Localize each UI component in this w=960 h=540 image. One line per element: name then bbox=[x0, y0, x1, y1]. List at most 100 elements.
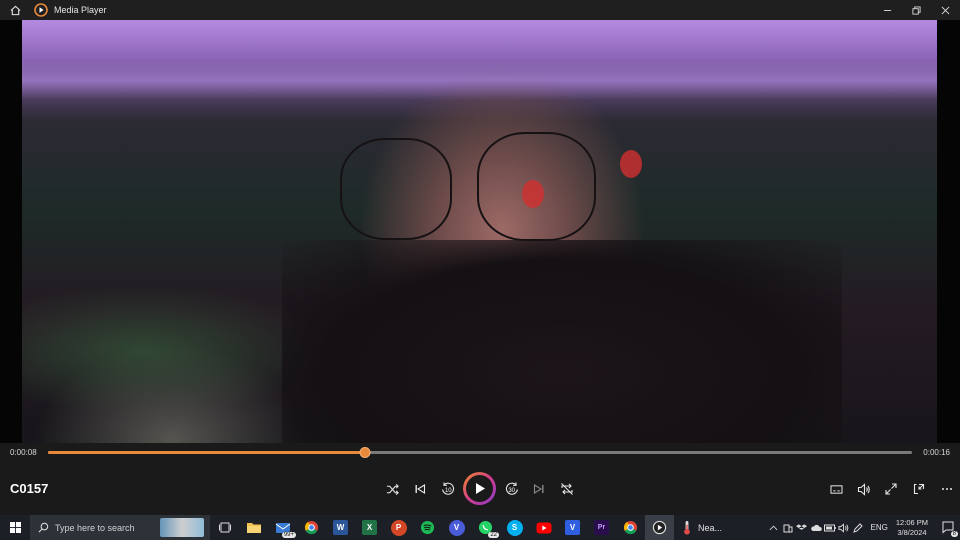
taskbar-app-v[interactable]: V bbox=[558, 515, 587, 540]
video-fish-2 bbox=[620, 150, 642, 178]
spotify-icon bbox=[420, 520, 435, 535]
mail-badge: 99+ bbox=[281, 532, 296, 538]
excel-icon: X bbox=[362, 520, 377, 535]
notification-center-button[interactable]: 8 bbox=[938, 515, 960, 540]
mini-player-button[interactable] bbox=[907, 477, 931, 501]
language-indicator[interactable]: ENG bbox=[871, 523, 888, 532]
tray-pen[interactable] bbox=[851, 515, 865, 540]
folder-icon bbox=[246, 523, 261, 533]
video-frame bbox=[22, 20, 937, 443]
taskbar-file-explorer[interactable] bbox=[239, 515, 268, 540]
media-title: C0157 bbox=[10, 481, 49, 496]
tray-onedrive[interactable] bbox=[809, 515, 823, 540]
search-placeholder: Type here to search bbox=[55, 522, 135, 533]
dropbox-icon bbox=[796, 523, 808, 530]
pen-icon bbox=[852, 522, 863, 533]
search-highlight-image bbox=[160, 518, 204, 537]
home-icon bbox=[10, 5, 20, 15]
task-view-button[interactable] bbox=[210, 515, 239, 540]
taskbar-search[interactable]: Type here to search bbox=[30, 515, 210, 540]
chrome-icon bbox=[304, 520, 319, 535]
play-button[interactable] bbox=[463, 472, 496, 505]
windows-logo-icon bbox=[9, 522, 21, 533]
close-button[interactable] bbox=[931, 0, 960, 20]
word-icon: W bbox=[333, 520, 348, 535]
forward-30-button[interactable]: 30 bbox=[500, 477, 524, 501]
player-controls: 0:00:08 0:00:16 C0157 10 30 bbox=[0, 443, 960, 515]
volume-button[interactable] bbox=[852, 477, 876, 501]
expand-icon bbox=[885, 483, 897, 495]
weather-widget[interactable]: Nea... bbox=[682, 515, 740, 540]
v-app-icon: V bbox=[565, 520, 580, 535]
clock-date: 3/8/2024 bbox=[897, 527, 927, 537]
seek-bar-thumb[interactable] bbox=[359, 447, 371, 458]
cloud-icon bbox=[810, 524, 822, 531]
battery-icon bbox=[823, 524, 836, 531]
home-button[interactable] bbox=[0, 0, 30, 20]
tray-volume[interactable] bbox=[837, 515, 851, 540]
clock[interactable]: 12:06 PM 3/8/2024 bbox=[896, 518, 928, 538]
powerpoint-icon: P bbox=[390, 519, 407, 536]
tray-overflow-button[interactable] bbox=[767, 515, 781, 540]
taskbar-mail[interactable]: 99+ bbox=[268, 515, 297, 540]
video-fish-1 bbox=[522, 180, 544, 208]
video-glasses-left bbox=[340, 138, 452, 240]
previous-icon bbox=[415, 484, 426, 494]
clock-time: 12:06 PM bbox=[895, 517, 928, 527]
system-tray: ENG 12:06 PM 3/8/2024 8 bbox=[767, 515, 960, 540]
skype-icon: S bbox=[506, 519, 523, 536]
weather-text: Nea... bbox=[698, 522, 723, 533]
taskbar-media-player[interactable] bbox=[645, 515, 674, 540]
window-title: Media Player bbox=[54, 5, 107, 15]
taskbar-skype[interactable]: S bbox=[500, 515, 529, 540]
shuffle-button[interactable] bbox=[380, 477, 404, 501]
total-time: 0:00:16 bbox=[923, 448, 950, 457]
minimize-icon bbox=[883, 9, 892, 11]
start-button[interactable] bbox=[0, 515, 30, 540]
vpn-icon: V bbox=[448, 519, 465, 536]
full-screen-button[interactable] bbox=[879, 477, 903, 501]
taskbar-powerpoint[interactable]: P bbox=[384, 515, 413, 540]
taskbar-whatsapp[interactable]: 22 bbox=[471, 515, 500, 540]
taskbar-excel[interactable]: X bbox=[355, 515, 384, 540]
media-player-icon bbox=[652, 520, 667, 535]
rewind-10-icon: 10 bbox=[442, 482, 455, 495]
captions-button[interactable] bbox=[824, 477, 848, 501]
rewind-seconds-label: 10 bbox=[445, 488, 452, 494]
restore-button[interactable] bbox=[902, 0, 931, 20]
play-icon bbox=[475, 483, 485, 494]
close-icon bbox=[941, 6, 950, 14]
notification-badge: 8 bbox=[950, 531, 958, 537]
taskbar-vpn[interactable]: V bbox=[442, 515, 471, 540]
seek-bar[interactable] bbox=[48, 447, 912, 458]
tray-battery[interactable] bbox=[823, 515, 837, 540]
video-subject-shirt bbox=[282, 240, 842, 443]
tray-phone[interactable] bbox=[781, 515, 795, 540]
taskbar-word[interactable]: W bbox=[326, 515, 355, 540]
more-icon bbox=[942, 488, 952, 490]
volume-icon bbox=[857, 482, 870, 496]
taskbar-youtube[interactable] bbox=[529, 515, 558, 540]
task-view-icon bbox=[218, 522, 231, 533]
search-icon bbox=[38, 522, 49, 533]
taskbar-premiere-pro[interactable]: Pr bbox=[587, 515, 616, 540]
taskbar-chrome[interactable] bbox=[297, 515, 326, 540]
rewind-10-button[interactable]: 10 bbox=[436, 477, 460, 501]
tray-dropbox[interactable] bbox=[795, 515, 809, 540]
media-player-logo-icon bbox=[34, 3, 48, 17]
repeat-button[interactable] bbox=[555, 477, 579, 501]
taskbar-spotify[interactable] bbox=[413, 515, 442, 540]
previous-button[interactable] bbox=[408, 477, 432, 501]
more-options-button[interactable] bbox=[935, 477, 959, 501]
chrome-profile-icon bbox=[623, 520, 638, 535]
video-area[interactable] bbox=[0, 20, 960, 443]
minimize-button[interactable] bbox=[873, 0, 902, 20]
taskbar-chrome-2[interactable] bbox=[616, 515, 645, 540]
chevron-up-icon bbox=[769, 525, 778, 530]
premiere-pro-icon: Pr bbox=[594, 520, 609, 535]
seek-bar-progress bbox=[48, 451, 366, 454]
taskbar: Type here to search 99+ W X P V 22 S V P… bbox=[0, 515, 960, 540]
shuffle-icon bbox=[386, 483, 399, 495]
phone-link-icon bbox=[783, 524, 793, 532]
next-button[interactable] bbox=[527, 477, 551, 501]
